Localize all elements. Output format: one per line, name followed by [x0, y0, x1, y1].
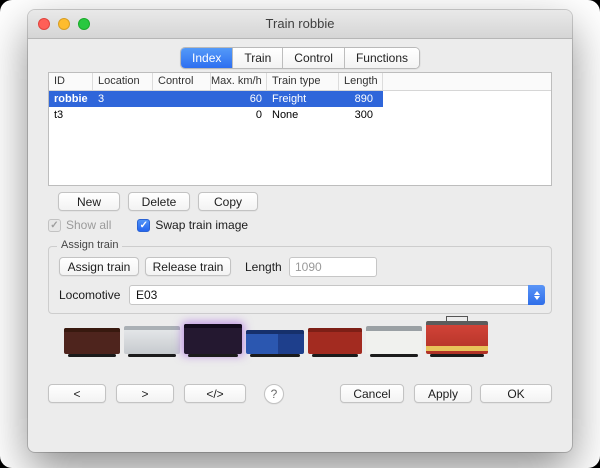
cell-control [153, 91, 211, 107]
train-image-maroon-boxcar [64, 328, 120, 354]
tab-bar: Index Train Control Functions [180, 47, 420, 69]
assign-train-group: Assign train Assign train Release train … [48, 246, 552, 314]
train-consist-images [64, 310, 488, 354]
train-image-silver-freight-car [124, 326, 180, 354]
cell-control [153, 107, 211, 123]
new-button[interactable]: New [58, 192, 120, 211]
cell-length: 890 [339, 91, 383, 107]
xml-code-button[interactable]: </> [184, 384, 246, 403]
column-header-location[interactable]: Location [93, 73, 153, 90]
copy-button[interactable]: Copy [198, 192, 258, 211]
swap-train-image-label: Swap train image [155, 218, 248, 232]
help-button[interactable]: ? [264, 384, 284, 404]
column-header-length[interactable]: Length [339, 73, 383, 90]
delete-button[interactable]: Delete [128, 192, 190, 211]
options-row: Show all Swap train image [48, 218, 248, 232]
tab-index[interactable]: Index [181, 48, 233, 68]
locomotive-value: E03 [136, 288, 157, 302]
cell-train-type: Freight [267, 91, 339, 107]
ok-button[interactable]: OK [480, 384, 552, 403]
show-all-label: Show all [66, 218, 111, 232]
tab-functions[interactable]: Functions [345, 48, 419, 68]
show-all-checkbox[interactable]: Show all [48, 218, 111, 232]
assign-train-group-title: Assign train [57, 239, 122, 251]
train-image-white-refrigerator-car [366, 326, 422, 354]
train-dialog-window: Train robbie Index Train Control Functio… [28, 10, 572, 452]
table-row-t3[interactable]: t3 0 None 300 [49, 107, 383, 123]
cell-id: robbie [49, 91, 93, 107]
cell-max-kmh: 60 [211, 91, 267, 107]
train-list-table[interactable]: ID Location Control Max. km/h Train type… [48, 72, 552, 186]
screen-background: Train robbie Index Train Control Functio… [0, 0, 600, 468]
apply-button[interactable]: Apply [414, 384, 472, 403]
locomotive-label: Locomotive [59, 288, 120, 302]
train-image-red-boxcar [308, 328, 362, 354]
column-header-control[interactable]: Control [153, 73, 211, 90]
locomotive-dropdown[interactable]: E03 [129, 285, 545, 305]
release-train-button[interactable]: Release train [145, 257, 231, 276]
cell-location [93, 107, 153, 123]
tab-control[interactable]: Control [283, 48, 345, 68]
dropdown-arrows-icon[interactable] [528, 285, 545, 305]
assign-train-button[interactable]: Assign train [59, 257, 139, 276]
cell-train-type: None [267, 107, 339, 123]
cell-length: 300 [339, 107, 383, 123]
cell-location: 3 [93, 91, 153, 107]
column-header-max-kmh[interactable]: Max. km/h [211, 73, 267, 90]
window-title: Train robbie [28, 10, 572, 38]
length-label: Length [245, 260, 282, 274]
table-header: ID Location Control Max. km/h Train type… [49, 73, 551, 91]
train-image-red-electric-locomotive [426, 321, 488, 354]
next-button[interactable]: > [116, 384, 174, 403]
tab-train[interactable]: Train [233, 48, 283, 68]
train-image-blue-container-car [246, 330, 304, 354]
column-header-train-type[interactable]: Train type [267, 73, 339, 90]
checkbox-checked-icon [137, 219, 150, 232]
cell-id: t3 [49, 107, 93, 123]
length-input[interactable] [289, 257, 377, 277]
column-header-id[interactable]: ID [49, 73, 93, 90]
swap-train-image-checkbox[interactable]: Swap train image [137, 218, 248, 232]
table-row-robbie[interactable]: robbie 3 60 Freight 890 [49, 91, 383, 107]
checkbox-checked-icon [48, 219, 61, 232]
train-image-dark-purple-glow-car [184, 324, 242, 354]
prev-button[interactable]: < [48, 384, 106, 403]
cancel-button[interactable]: Cancel [340, 384, 404, 403]
title-bar[interactable]: Train robbie [28, 10, 572, 39]
cell-max-kmh: 0 [211, 107, 267, 123]
